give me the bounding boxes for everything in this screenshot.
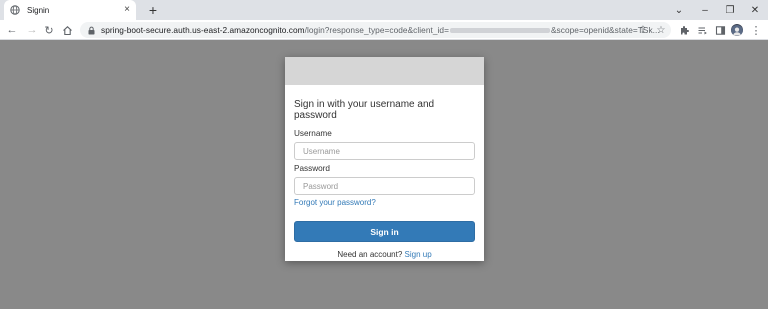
signin-button[interactable]: Sign in	[294, 221, 475, 242]
card-banner	[285, 57, 484, 85]
signup-link[interactable]: Sign up	[405, 250, 432, 259]
home-icon[interactable]	[59, 22, 75, 38]
restore-icon[interactable]: ❐	[718, 0, 742, 20]
url-host: spring-boot-secure.auth.us-east-2.amazon…	[101, 25, 305, 35]
address-bar[interactable]: spring-boot-secure.auth.us-east-2.amazon…	[80, 22, 671, 38]
username-input[interactable]	[294, 142, 475, 160]
password-label: Password	[294, 164, 330, 173]
signin-heading: Sign in with your username and password	[294, 99, 435, 121]
new-tab-button[interactable]: +	[145, 2, 161, 18]
avatar[interactable]	[731, 24, 743, 36]
reload-icon[interactable]: ↻	[41, 22, 57, 38]
forward-icon[interactable]: →	[24, 22, 40, 38]
url-path-prefix: /login?response_type=code&client_id=	[304, 25, 449, 35]
tab-signin[interactable]: Signin ×	[4, 0, 136, 20]
globe-icon	[10, 5, 20, 15]
tab-strip: Signin × + ⌄ – ❐ ✕	[0, 0, 768, 20]
reading-list-icon[interactable]	[694, 22, 710, 38]
password-input[interactable]	[294, 177, 475, 195]
need-account-text: Need an account?	[337, 250, 403, 259]
forgot-password-link[interactable]: Forgot your password?	[294, 198, 475, 207]
card-body: Sign in with your username and password …	[285, 99, 484, 259]
close-icon[interactable]: ×	[124, 5, 130, 15]
signin-card: Sign in with your username and password …	[285, 57, 484, 261]
chevron-down-icon[interactable]: ⌄	[667, 0, 691, 20]
back-icon[interactable]: ←	[4, 22, 20, 38]
minimize-icon[interactable]: –	[693, 0, 717, 20]
browser-toolbar: ← → ↻ spring-boot-secure.auth.us-east-2.…	[0, 20, 768, 40]
username-label: Username	[294, 129, 332, 138]
lock-icon[interactable]	[87, 26, 96, 35]
tab-title: Signin	[27, 5, 50, 15]
signup-row: Need an account? Sign up	[294, 250, 475, 259]
star-icon[interactable]: ☆	[654, 23, 668, 37]
share-icon[interactable]: ⇪	[636, 23, 650, 37]
extensions-icon[interactable]	[676, 22, 692, 38]
url-text: spring-boot-secure.auth.us-east-2.amazon…	[101, 25, 660, 35]
more-icon[interactable]: ⋮	[748, 22, 764, 38]
redacted-client-id	[449, 28, 550, 34]
close-window-icon[interactable]: ✕	[743, 0, 767, 20]
side-panel-icon[interactable]	[712, 22, 728, 38]
